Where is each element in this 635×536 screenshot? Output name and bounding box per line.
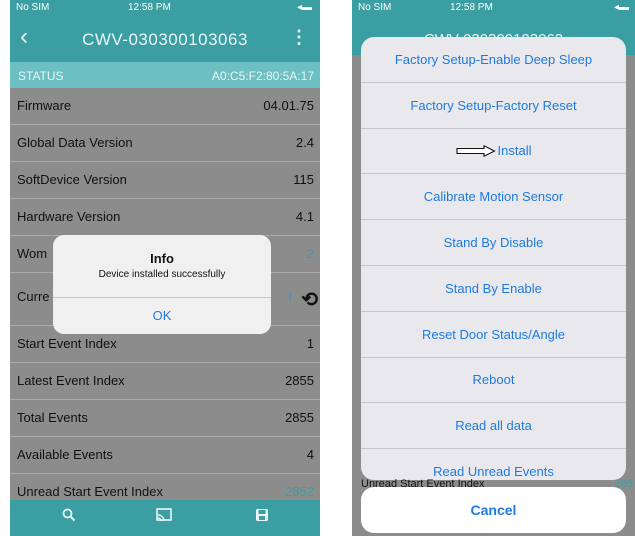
section-label: STATUS (18, 69, 64, 83)
mac-address: A0:C5:F2:80:5A:17 (211, 69, 314, 83)
action-enable-deep-sleep[interactable]: Factory Setup-Enable Deep Sleep (361, 37, 626, 83)
row-key: Available Events (17, 447, 113, 462)
row-key: Total Events (17, 410, 88, 425)
action-sheet: Factory Setup-Enable Deep Sleep Factory … (361, 37, 626, 480)
status-bar: No SIM 12:58 PM ◂▬ (352, 0, 635, 17)
row-value: 4 (306, 447, 314, 462)
row-key: Start Event Index (17, 336, 117, 351)
carrier-label: No SIM (358, 2, 392, 13)
row-key: Latest Event Index (17, 373, 125, 388)
action-factory-reset[interactable]: Factory Setup-Factory Reset (361, 83, 626, 129)
alert-divider (53, 297, 271, 298)
action-label: Stand By Enable (445, 280, 542, 296)
action-stand-by-enable[interactable]: Stand By Enable (361, 266, 626, 312)
row-key: Unread Start Event Index (17, 484, 163, 499)
row-value: 04.01.75 (263, 98, 314, 113)
row-value: 2855 (285, 410, 314, 425)
row-key: Global Data Version (17, 135, 133, 150)
action-label: Reset Door Status/Angle (421, 326, 566, 342)
row-value: 2852 (285, 484, 314, 499)
clock: 12:58 PM (128, 2, 171, 13)
list-item: Total Events 2855 (10, 400, 320, 437)
section-header: STATUS A0:C5:F2:80:5A:17 (10, 62, 320, 88)
list-item: Available Events 4 (10, 437, 320, 474)
clock: 12:58 PM (450, 2, 493, 13)
alert-title: Info (150, 251, 174, 266)
row-value: 115 (293, 172, 314, 187)
status-bar: No SIM 12:58 PM ◂▬ (10, 0, 320, 17)
list-item: SoftDevice Version 115 (10, 162, 320, 199)
row-value: 4.1 (295, 209, 314, 224)
cast-icon[interactable] (156, 508, 172, 525)
row-value: 2855 (285, 373, 314, 388)
tab-bar (10, 500, 320, 536)
row-key: Curre (17, 289, 50, 304)
row-value: 2 (306, 246, 314, 261)
ok-button[interactable]: OK (53, 308, 271, 323)
action-reset-door-status[interactable]: Reset Door Status/Angle (361, 312, 626, 358)
arrow-right-icon (455, 144, 496, 157)
action-label: Reboot (472, 372, 515, 388)
action-label: Calibrate Motion Sensor (423, 189, 564, 205)
action-install[interactable]: Install (361, 129, 626, 175)
row-key: Firmware (17, 98, 72, 113)
action-read-all-data[interactable]: Read all data (361, 403, 626, 450)
carrier-label: No SIM (16, 2, 50, 13)
battery-icon: ◂▬ (296, 2, 312, 13)
battery-icon: ◂▬ (613, 2, 629, 13)
action-label: Read Unread Events (433, 464, 554, 480)
action-label: Factory Setup-Factory Reset (410, 97, 577, 113)
status-screen: No SIM 12:58 PM ◂▬ ‹ CWV-030300103063 ⋮ … (10, 0, 320, 536)
list-item: Hardware Version 4.1 (10, 199, 320, 236)
row-value: 2.4 (295, 135, 314, 150)
list-item: Firmware 04.01.75 (10, 88, 320, 125)
row-key: Hardware Version (17, 209, 121, 224)
action-label: Stand By Disable (443, 235, 544, 251)
more-vertical-icon[interactable]: ⋮ (290, 28, 308, 46)
action-reboot[interactable]: Reboot (361, 358, 626, 404)
list-item: Global Data Version 2.4 (10, 125, 320, 162)
cancel-button[interactable]: Cancel (361, 487, 626, 533)
row-key: SoftDevice Version (17, 172, 127, 187)
sync-icon[interactable]: ⟲ (301, 287, 318, 312)
row-key: Wom (17, 246, 48, 261)
save-icon[interactable] (255, 508, 269, 525)
action-read-unread-events[interactable]: Read Unread Events (361, 449, 626, 480)
action-label: Factory Setup-Enable Deep Sleep (394, 51, 593, 67)
action-calibrate-motion-sensor[interactable]: Calibrate Motion Sensor (361, 174, 626, 221)
nav-bar: ‹ CWV-030300103063 ⋮ (10, 17, 320, 62)
alert-message: Device installed successfully (98, 269, 226, 280)
info-alert: Info Device installed successfully OK (53, 235, 271, 334)
action-stand-by-disable[interactable]: Stand By Disable (361, 220, 626, 266)
search-icon[interactable] (62, 508, 76, 525)
action-sheet-screen: No SIM 12:58 PM ◂▬ CWV 030300103063 Fact… (352, 0, 635, 536)
action-label: Install (497, 143, 532, 159)
page-title: CWV-030300103063 (82, 30, 248, 49)
row-value: t (288, 289, 292, 304)
row-value: 1 (306, 336, 314, 351)
action-label: Read all data (455, 418, 532, 434)
list-item: Latest Event Index 2855 (10, 363, 320, 400)
